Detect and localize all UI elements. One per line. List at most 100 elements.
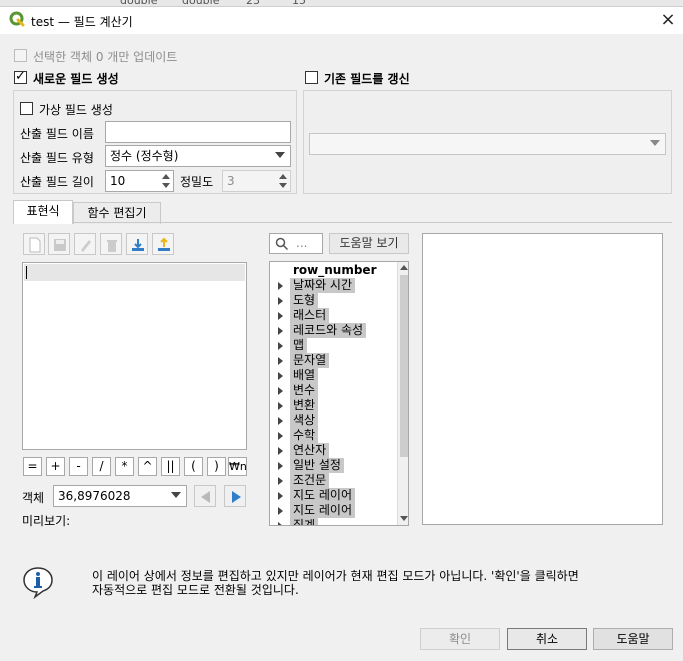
function-group-item[interactable]: 배열	[270, 368, 398, 383]
new-file-button[interactable]	[23, 233, 45, 255]
output-type-value: 정수 (정수형)	[110, 149, 179, 163]
function-group-item[interactable]: 수학	[270, 428, 398, 443]
background-table-strip: double double 23 15	[0, 0, 683, 7]
operator-minus-button[interactable]: -	[69, 457, 88, 476]
function-group-item[interactable]: 맵	[270, 338, 398, 353]
function-group-label: 레코드와 속성	[290, 323, 367, 338]
function-group-item[interactable]: 지도 레이어	[270, 503, 398, 518]
tab-expression[interactable]: 표현식	[13, 200, 73, 224]
function-group-item[interactable]: 색상	[270, 413, 398, 428]
chevron-right-icon[interactable]	[278, 522, 283, 525]
scroll-down-icon[interactable]	[400, 516, 408, 521]
spin-up-icon[interactable]	[277, 172, 289, 181]
scrollbar-thumb[interactable]	[400, 275, 408, 457]
function-group-label: 색상	[290, 413, 319, 428]
chevron-right-icon[interactable]	[278, 387, 283, 395]
output-name-input[interactable]	[105, 121, 291, 143]
chevron-right-icon[interactable]	[278, 357, 283, 365]
chevron-right-icon[interactable]	[278, 327, 283, 335]
virtual-field-checkbox[interactable]	[20, 102, 33, 115]
delete-button[interactable]	[100, 233, 122, 255]
ok-button[interactable]: 확인	[420, 628, 500, 650]
existing-field-select[interactable]	[309, 133, 666, 155]
operator-close-paren-button[interactable]: )	[207, 457, 226, 476]
function-group-label: 맵	[290, 338, 308, 353]
function-group-label: 문자열	[290, 353, 330, 368]
update-selected-checkbox[interactable]	[14, 49, 27, 62]
edit-button[interactable]	[74, 233, 96, 255]
operator-power-button[interactable]: ^	[138, 457, 157, 476]
function-group-item[interactable]: 조건문	[270, 473, 398, 488]
function-search-input[interactable]: ...	[269, 233, 323, 254]
next-feature-button[interactable]	[224, 485, 246, 507]
load-icon	[132, 239, 144, 251]
output-type-select[interactable]: 정수 (정수형)	[105, 145, 291, 167]
output-type-label: 산출 필드 유형	[20, 151, 94, 165]
function-group-label: 조건문	[290, 473, 330, 488]
precision-spinbox[interactable]: 3	[222, 170, 291, 192]
function-group-label: 일반 설정	[290, 458, 344, 473]
function-group-item[interactable]: 래스터	[270, 308, 398, 323]
operator-newline-button[interactable]: ₩n	[228, 457, 247, 476]
close-button[interactable]: ×	[656, 8, 680, 32]
spin-down-icon[interactable]	[277, 181, 289, 190]
chevron-right-icon[interactable]	[278, 282, 283, 290]
load-button[interactable]	[126, 233, 148, 255]
chevron-right-icon[interactable]	[278, 507, 283, 515]
operator-multiply-button[interactable]: *	[115, 457, 134, 476]
spin-up-icon[interactable]	[160, 172, 172, 181]
save-icon	[54, 239, 66, 251]
chevron-right-icon[interactable]	[278, 432, 283, 440]
scroll-up-icon[interactable]	[400, 265, 408, 270]
output-length-value: 10	[110, 174, 126, 188]
function-list[interactable]: row_number 날짜와 시간 도형 래스터 레코드와 속성 맵 문자열 배열 변수 변환 색상…	[269, 261, 409, 526]
chevron-down-icon	[650, 140, 660, 146]
show-help-button[interactable]: 도움말 보기	[329, 233, 409, 254]
function-group-item[interactable]: 변수	[270, 383, 398, 398]
feature-select[interactable]: 36,8976028	[53, 485, 187, 507]
function-group-item[interactable]: 집계	[270, 518, 398, 525]
help-button[interactable]: 도움말	[593, 628, 673, 650]
function-group-label: 지도 레이어	[290, 503, 356, 518]
update-existing-label: 기존 필드를 갱신	[324, 72, 410, 86]
save-button[interactable]	[48, 233, 70, 255]
chevron-right-icon[interactable]	[278, 312, 283, 320]
spin-down-icon[interactable]	[160, 181, 172, 190]
function-list-scrollbar[interactable]	[397, 262, 408, 525]
chevron-right-icon[interactable]	[278, 297, 283, 305]
function-group-item[interactable]: 레코드와 속성	[270, 323, 398, 338]
function-group-item[interactable]: 지도 레이어	[270, 488, 398, 503]
chevron-right-icon[interactable]	[278, 462, 283, 470]
arrow-right-icon	[232, 491, 241, 503]
operator-equals-button[interactable]: =	[23, 457, 42, 476]
chevron-right-icon[interactable]	[278, 477, 283, 485]
chevron-down-icon	[275, 152, 285, 158]
function-group-item[interactable]: 일반 설정	[270, 458, 398, 473]
chevron-right-icon[interactable]	[278, 492, 283, 500]
previous-feature-button[interactable]	[194, 485, 216, 507]
operator-divide-button[interactable]: /	[92, 457, 111, 476]
function-group-item[interactable]: 연산자	[270, 443, 398, 458]
output-length-spinbox[interactable]: 10	[105, 170, 174, 192]
function-group-item[interactable]: 날짜와 시간	[270, 278, 398, 293]
arrow-left-icon	[201, 491, 210, 503]
chevron-right-icon[interactable]	[278, 372, 283, 380]
new-field-checkbox[interactable]	[14, 69, 27, 84]
tab-function-editor[interactable]: 함수 편집기	[73, 202, 161, 224]
operator-open-paren-button[interactable]: (	[184, 457, 203, 476]
function-group-item[interactable]: 문자열	[270, 353, 398, 368]
function-group-item[interactable]: 도형	[270, 293, 398, 308]
operator-concat-button[interactable]: ||	[161, 457, 180, 476]
export-button[interactable]	[152, 233, 174, 255]
cancel-button[interactable]: 취소	[507, 628, 587, 650]
chevron-right-icon[interactable]	[278, 447, 283, 455]
function-group-item[interactable]: 변환	[270, 398, 398, 413]
chevron-right-icon[interactable]	[278, 342, 283, 350]
operator-plus-button[interactable]: +	[46, 457, 65, 476]
chevron-right-icon[interactable]	[278, 417, 283, 425]
chevron-right-icon[interactable]	[278, 402, 283, 410]
update-existing-checkbox[interactable]	[305, 71, 318, 84]
delete-icon	[107, 240, 117, 252]
function-group-item[interactable]: row_number	[270, 263, 398, 278]
expression-editor[interactable]	[22, 262, 247, 450]
